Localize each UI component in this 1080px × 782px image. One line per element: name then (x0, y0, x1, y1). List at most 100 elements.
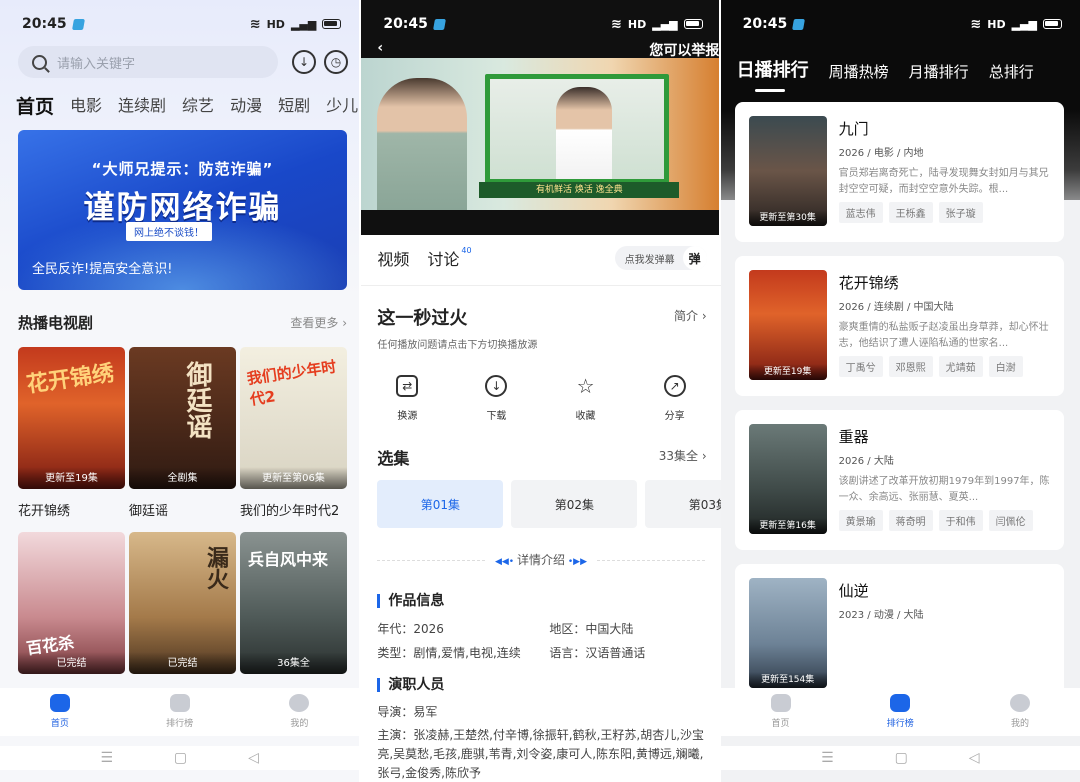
actor-tag[interactable]: 闫佩伦 (988, 510, 1033, 531)
search-input[interactable]: 请输入关键字 (18, 46, 278, 78)
item-desc: 该剧讲述了改革开放初期1979年到1997年，陈一众、余高远、张丽慧、夏英... (838, 476, 1050, 503)
bottom-nav: 首页 排行榜 我的 (0, 688, 360, 736)
poster-thumb: 更新至第16集 (748, 424, 827, 534)
poster-card[interactable]: 御廷谣 全剧集 (129, 347, 236, 489)
favorite-button[interactable]: ☆ 收藏 (566, 374, 606, 422)
tab-daily[interactable]: 日播排行 (737, 56, 809, 92)
bottom-nav: 首页 排行榜 我的 (720, 688, 1080, 736)
video-title: 这一秒过火 (377, 308, 468, 329)
poster-card[interactable]: 我们的少年时代2 更新至第06集 (240, 347, 347, 489)
action-label: 换源 (397, 411, 418, 422)
status-time: 20:45 (383, 16, 428, 32)
anti-fraud-banner[interactable]: “大师兄提示：防范诈骗” 谨防网络诈骗 网上绝不谈钱！ 全民反诈!提高安全意识! (18, 130, 347, 290)
telegram-icon (71, 18, 85, 30)
menu-icon[interactable]: ☰ (821, 750, 834, 766)
telegram-icon (432, 18, 446, 30)
nav-ranking[interactable]: 排行榜 (870, 694, 930, 729)
ranking-item[interactable]: 更新至第16集 重器 2026 / 大陆 该剧讲述了改革开放初期1979年到19… (734, 410, 1064, 550)
card-title[interactable]: 我们的少年时代2 (240, 500, 339, 519)
tab-series[interactable]: 连续剧 (118, 92, 166, 119)
left-arrows-icon: ◀◀• (494, 557, 517, 567)
actor-tag[interactable]: 王栎鑫 (888, 202, 933, 223)
home-square-icon[interactable]: ▢ (895, 750, 908, 766)
episode-item[interactable]: 第03集 (645, 480, 721, 528)
actor-tag[interactable]: 黄景瑜 (838, 510, 883, 531)
actor-tags: 黄景瑜 蒋奇明 于和伟 闫佩伦 (838, 510, 1033, 531)
poster-card[interactable]: 漏火 已完结 (129, 532, 236, 674)
status-time: 20:45 (742, 16, 788, 32)
nav-mine[interactable]: 我的 (269, 694, 329, 729)
tab-video[interactable]: 视频 (377, 246, 409, 270)
switch-source-button[interactable]: ⇄ 换源 (387, 375, 427, 422)
nav-home[interactable]: 首页 (751, 694, 811, 729)
detail-intro-label: 详情介绍 (516, 553, 565, 567)
poster-art: 花开锦绣 (25, 360, 116, 398)
menu-icon[interactable]: ☰ (100, 750, 113, 766)
telegram-icon (792, 18, 806, 30)
nav-label: 排行榜 (886, 719, 914, 729)
actor-figure (556, 87, 613, 179)
director-line: 导演：易军 (377, 705, 438, 719)
poster-card[interactable]: 花开锦绣 更新至19集 (18, 347, 125, 489)
nav-home[interactable]: 首页 (30, 694, 90, 729)
episode-item[interactable]: 第01集 (377, 480, 504, 528)
tab-anime[interactable]: 动漫 (230, 92, 262, 119)
back-triangle-icon[interactable]: ◁ (969, 750, 980, 766)
signal-icon: ▂▄▆ (290, 17, 317, 31)
download-button[interactable]: ↓ 下载 (476, 375, 516, 422)
tab-monthly[interactable]: 月播排行 (909, 61, 969, 82)
ranking-item[interactable]: 更新至19集 花开锦绣 2026 / 连续剧 / 中国大陆 豪爽重情的私盐贩子赵… (734, 256, 1064, 396)
hot-series-header: 热播电视剧 查看更多 › (18, 312, 347, 333)
history-icon[interactable]: ◷ (324, 50, 348, 74)
actor-tag[interactable]: 于和伟 (938, 510, 983, 531)
poster-label: 36集全 (240, 652, 347, 674)
tab-variety[interactable]: 综艺 (182, 92, 214, 119)
actor-tag[interactable]: 尤靖茹 (938, 356, 983, 377)
intro-link[interactable]: 简介 › (674, 307, 707, 324)
tab-kids[interactable]: 少儿 (326, 92, 358, 119)
actor-tag[interactable]: 邓恩熙 (888, 356, 933, 377)
cast-line: 主演：张凌赫,王楚然,付辛博,徐振轩,鹤秋,王籽苏,胡杏儿,沙宝亮,吴莫愁,毛孩… (377, 728, 705, 780)
info-language: 语言：汉语普通话 (549, 646, 646, 660)
screenshot-collage: 20:45 ≋ HD ▂▄▆ 请输入关键字 ↓ ◷ 首页 电影 连续剧 综艺 动漫 … (0, 0, 1080, 782)
tab-discuss[interactable]: 讨论 40 (427, 246, 471, 270)
nav-ranking[interactable]: 排行榜 (150, 694, 210, 729)
actor-tag[interactable]: 白澍 (988, 356, 1023, 377)
wifi-icon: ≋ (970, 16, 982, 32)
action-label: 下载 (486, 411, 507, 422)
tab-weekly[interactable]: 周播热榜 (829, 61, 889, 82)
ranking-item[interactable]: 更新至第30集 九门 2026 / 电影 / 内地 官员郑岩离奇死亡，陆寻发现舞… (734, 102, 1064, 242)
poster-card[interactable]: 百花杀 已完结 (18, 532, 125, 674)
banner-line1: “大师兄提示：防范诈骗” (91, 160, 274, 178)
ranking-item[interactable]: 更新至154集 仙逆 2023 / 动漫 / 大陆 (734, 564, 1064, 704)
share-button[interactable]: ↗ 分享 (655, 375, 695, 422)
actor-tags: 丁禹兮 邓恩熙 尤靖茹 白澍 (838, 356, 1023, 377)
tab-short[interactable]: 短剧 (278, 92, 310, 119)
nav-mine[interactable]: 我的 (990, 694, 1050, 729)
back-triangle-icon[interactable]: ◁ (248, 750, 259, 766)
download-icon[interactable]: ↓ (292, 50, 316, 74)
actor-tag[interactable]: 蓝志伟 (838, 202, 883, 223)
status-bar: 20:45 ≋ HD ▂▄▆ (361, 0, 720, 48)
actor-tag[interactable]: 蒋奇明 (888, 510, 933, 531)
episode-item[interactable]: 第02集 (511, 480, 638, 528)
actor-tag[interactable]: 张子璇 (938, 202, 983, 223)
see-more-link[interactable]: 查看更多 › (290, 314, 347, 331)
tab-home[interactable]: 首页 (16, 92, 54, 119)
search-icon (32, 54, 47, 70)
tab-total[interactable]: 总排行 (989, 61, 1034, 82)
home-square-icon[interactable]: ▢ (174, 750, 187, 766)
danmaku-toggle[interactable]: 弹 (682, 246, 707, 270)
hd-label: HD (266, 17, 285, 31)
poster-card[interactable]: 兵自风中来 36集全 (240, 532, 347, 674)
episodes-label: 选集 (377, 449, 410, 468)
card-title[interactable]: 御廷谣 (129, 500, 168, 519)
danmaku-input[interactable]: 点我发弹幕弹 (614, 246, 707, 270)
nav-label: 排行榜 (166, 719, 194, 729)
tab-movie[interactable]: 电影 (70, 92, 102, 119)
episodes-total-link[interactable]: 33集全 › (659, 447, 707, 464)
actor-tag[interactable]: 丁禹兮 (838, 356, 883, 377)
poster-thumb: 更新至154集 (748, 578, 827, 688)
tab-discuss-label: 讨论 (427, 250, 460, 269)
card-title[interactable]: 花开锦绣 (18, 500, 70, 519)
